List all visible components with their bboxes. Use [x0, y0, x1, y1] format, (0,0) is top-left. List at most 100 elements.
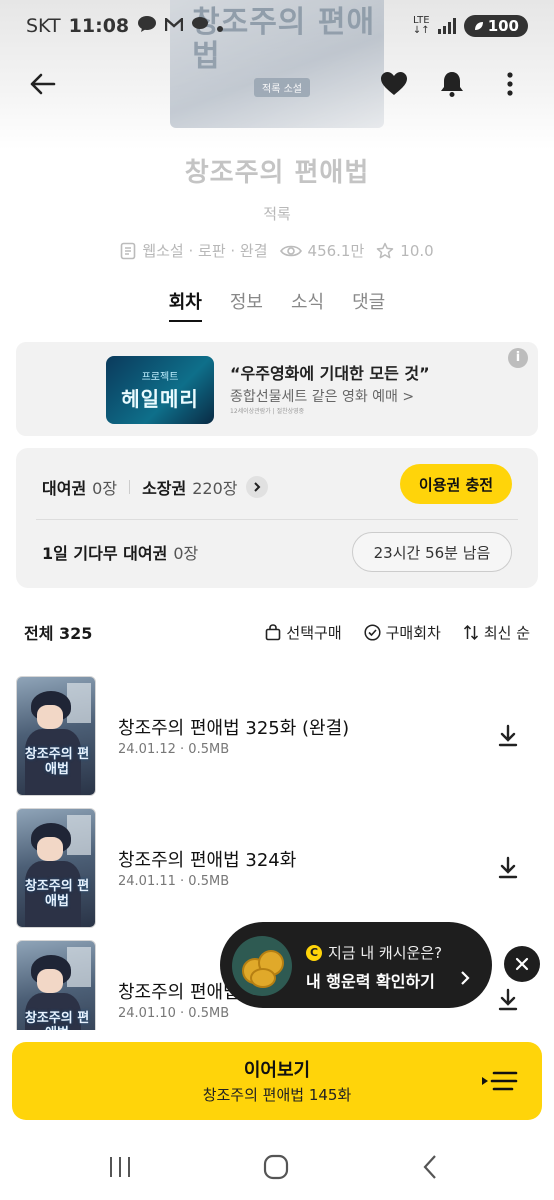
top-nav — [0, 56, 554, 112]
episode-thumbnail: 창조주의 편애법 — [16, 940, 96, 1030]
episode-thumbnail: 창조주의 편애법 — [16, 808, 96, 928]
episode-thumbnail: 창조주의 편애법 — [16, 676, 96, 796]
system-back-icon — [423, 1155, 436, 1179]
continue-reading-button[interactable]: 이어보기 창조주의 편애법 145화 — [12, 1042, 542, 1120]
download-icon — [498, 988, 518, 1011]
toast-line1-row: C 지금 내 캐시운은? — [306, 942, 442, 963]
owned-detail-button[interactable] — [245, 476, 268, 498]
book-category: 웹소설 · 로판 · 완결 — [142, 242, 268, 260]
bottom-spacer — [0, 1030, 554, 1042]
ad-title: “우주영화에 기대한 모든 것” — [230, 364, 430, 383]
carrier: SKT — [26, 15, 61, 37]
tab-comments[interactable]: 댓글 — [352, 288, 385, 322]
wait-remaining-badge: 23시간 56분 남음 — [352, 532, 512, 572]
purchased-filter-button[interactable]: 구매회차 — [364, 622, 441, 643]
continue-title: 이어보기 — [243, 1060, 311, 1081]
episode-title: 창조주의 편애법 325화 (완결) — [118, 718, 350, 739]
charge-ticket-button[interactable]: 이용권 충전 — [400, 464, 512, 504]
document-icon — [121, 242, 136, 259]
like-button[interactable] — [368, 56, 420, 112]
episode-date: 24.01.11 — [118, 874, 176, 889]
ad-thumbnail: 프로젝트 헤일메리 — [106, 356, 214, 424]
owned-value: 220장 — [192, 479, 238, 498]
eye-icon — [279, 245, 302, 256]
talk-icon-2 — [191, 15, 209, 37]
system-back-button[interactable] — [410, 1152, 450, 1182]
toast-cta: 내 행운력 확인하기 — [306, 972, 435, 991]
thumbnail-title-art: 창조주의 편애법 — [24, 1011, 90, 1030]
book-rating: 10.0 — [400, 241, 434, 260]
system-nav-bar — [0, 1140, 554, 1200]
leaf-icon — [474, 22, 483, 30]
select-buy-button[interactable]: 선택구매 — [265, 622, 342, 643]
home-button[interactable] — [256, 1152, 296, 1182]
download-button[interactable] — [494, 722, 522, 750]
episode-size: 0.5MB — [188, 742, 230, 757]
divider — [129, 480, 131, 494]
toast-question: 지금 내 캐시운은? — [328, 944, 443, 962]
close-icon — [515, 957, 529, 971]
home-icon — [263, 1154, 289, 1180]
rental-value: 0장 — [92, 479, 118, 498]
more-button[interactable] — [484, 56, 536, 112]
book-header: 창조주의 편애법 적록 웹소설 · 로판 · 완결 456.1만 10.0 — [0, 152, 554, 261]
cash-coin-icon: C — [306, 944, 322, 961]
shopping-bag-icon — [266, 623, 281, 640]
back-button[interactable] — [16, 56, 68, 112]
download-button[interactable] — [494, 854, 522, 882]
book-meta: 웹소설 · 로판 · 완결 456.1만 10.0 — [0, 240, 554, 261]
rental-label: 대여권 — [42, 479, 87, 498]
signal-icon — [437, 18, 456, 34]
book-title: 창조주의 편애법 — [184, 158, 370, 188]
battery-indicator: 100 — [463, 15, 528, 37]
dot-icon — [217, 15, 224, 37]
download-icon — [498, 724, 518, 747]
tab-news[interactable]: 소식 — [291, 288, 324, 322]
chevron-right-icon — [460, 970, 470, 990]
back-arrow-icon — [30, 73, 56, 95]
playlist-icon — [480, 1066, 520, 1096]
episode-total: 전체 325 — [24, 624, 93, 643]
wait-free-value: 0장 — [173, 544, 199, 563]
episode-meta: 24.01.11 · 0.5MB — [118, 874, 230, 889]
ad-fine-print: 12세이상관람가 | 절찬상영중 — [230, 408, 305, 415]
coin-stack-icon — [232, 936, 292, 996]
tab-bar: 회차 정보 소식 댓글 — [0, 288, 554, 322]
purchased-label: 구매회차 — [385, 623, 441, 642]
download-button[interactable] — [494, 986, 522, 1014]
episode-meta: 24.01.12 · 0.5MB — [118, 742, 230, 757]
ad-banner[interactable]: 프로젝트 헤일메리 “우주영화에 기대한 모든 것” 종합선물세트 같은 영화 … — [16, 342, 538, 436]
recent-apps-button[interactable] — [100, 1152, 140, 1182]
download-icon — [498, 856, 518, 879]
star-icon — [377, 242, 394, 258]
book-author: 적록 — [263, 205, 291, 223]
tab-episodes[interactable]: 회차 — [168, 288, 203, 322]
check-circle-icon — [364, 623, 381, 641]
continue-episode: 창조주의 편애법 145화 — [202, 1086, 352, 1104]
cash-luck-toast[interactable]: C 지금 내 캐시운은? 내 행운력 확인하기 — [220, 922, 492, 1008]
more-vertical-icon — [507, 72, 513, 96]
sort-label: 최신 순 — [483, 623, 530, 642]
ad-thumb-small: 프로젝트 — [141, 372, 179, 383]
book-views: 456.1만 — [307, 242, 365, 260]
sort-button[interactable]: 최신 순 — [463, 622, 530, 643]
owned-label: 소장권 — [142, 479, 187, 498]
ad-subtitle: 종합선물세트 같은 영화 예매 > — [230, 389, 415, 405]
tab-info[interactable]: 정보 — [230, 288, 263, 322]
toast-close-button[interactable] — [504, 946, 540, 982]
recent-apps-icon — [110, 1157, 130, 1177]
select-buy-label: 선택구매 — [286, 623, 342, 642]
episode-date: 24.01.10 — [118, 1006, 176, 1021]
episode-row[interactable]: 창조주의 편애법 창조주의 편애법 324화 24.01.11 · 0.5MB — [16, 808, 538, 930]
thumbnail-title-art: 창조주의 편애법 — [24, 747, 90, 777]
mail-icon — [164, 15, 184, 37]
ad-info-icon[interactable]: i — [508, 348, 528, 368]
clock: 11:08 — [68, 15, 130, 37]
episode-row[interactable]: 창조주의 편애법 창조주의 편애법 325화 (완결) 24.01.12 · 0… — [16, 676, 538, 798]
heart-icon — [381, 72, 407, 95]
bell-icon — [441, 72, 463, 97]
notification-button[interactable] — [426, 56, 478, 112]
episode-meta: 24.01.10 · 0.5MB — [118, 1006, 230, 1021]
episode-list-header: 전체 325 선택구매 구매회차 최신 순 — [24, 620, 530, 644]
divider — [36, 519, 518, 520]
